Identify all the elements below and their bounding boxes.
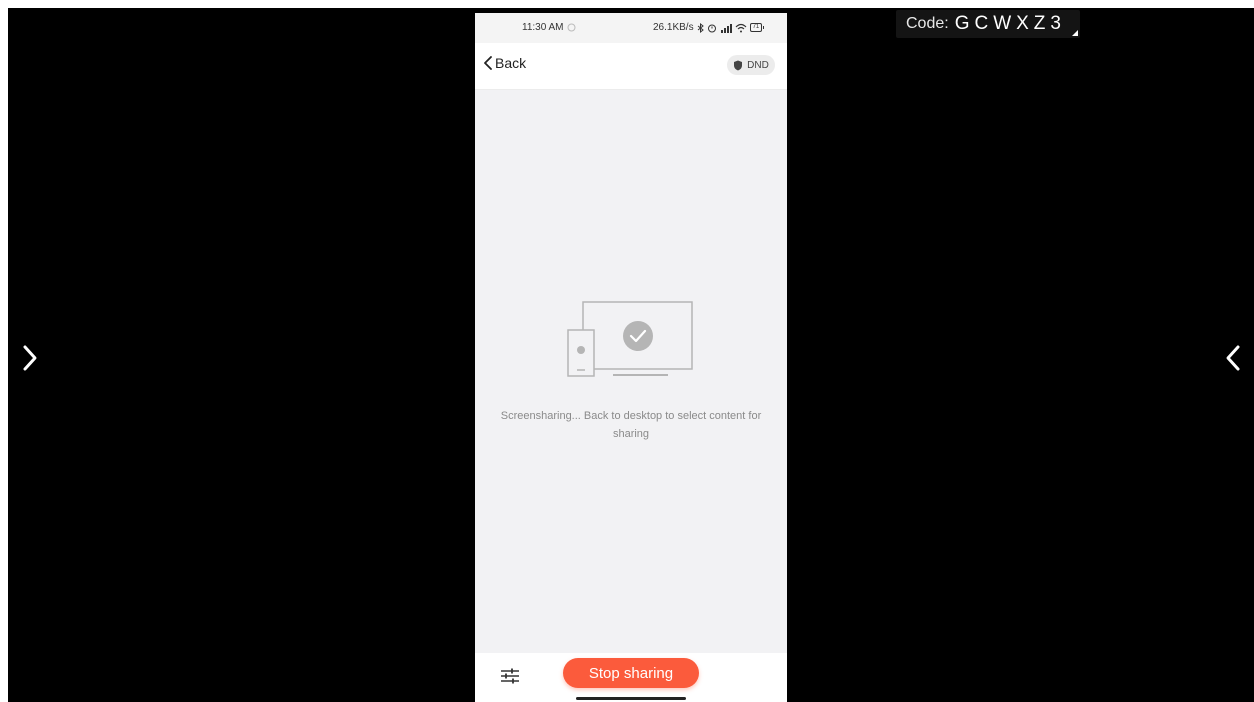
wifi-icon [735,23,747,32]
back-label: Back [495,55,527,71]
screen-share-icon [567,301,693,377]
network-speed: 26.1KB/s [653,22,694,33]
back-button[interactable]: Back [483,55,526,71]
resize-corner-icon [1071,30,1078,36]
bottom-toolbar: Stop sharing [475,653,787,702]
battery-level: 71 [749,23,763,32]
alarm-icon [707,24,716,32]
sharing-status-message: Screensharing... Back to desktop to sele… [500,410,762,440]
code-label: Code: [906,15,949,32]
previous-arrow-button[interactable] [1221,340,1245,376]
phone-screen: 11:30 AM 26.1KB/s 71 Back DND Screenshar… [475,13,787,702]
status-time-group: 11:30 AM [522,22,576,33]
next-arrow-button[interactable] [18,340,42,376]
top-navigation: Back DND [475,43,787,90]
settings-sliders-icon[interactable] [499,665,521,687]
signal-icon [720,23,732,33]
chevron-right-icon [23,345,37,371]
bluetooth-icon [697,22,704,33]
code-overlay: Code: GCWXZ3 [896,10,1080,38]
battery-indicator: 71 [749,23,765,32]
sync-icon [567,23,576,32]
chevron-left-icon [1226,345,1240,371]
back-chevron-icon [484,56,492,70]
status-time: 11:30 AM [522,22,564,33]
battery-cap-icon [763,26,765,29]
stop-sharing-button[interactable]: Stop sharing [563,658,699,688]
home-indicator[interactable] [576,697,686,700]
status-indicators: 26.1KB/s 71 [653,22,765,33]
code-value: GCWXZ3 [954,13,1066,34]
dnd-button[interactable]: DND [727,55,775,75]
status-bar: 11:30 AM 26.1KB/s 71 [475,13,787,43]
shield-icon [734,60,743,70]
dnd-label: DND [747,59,769,71]
